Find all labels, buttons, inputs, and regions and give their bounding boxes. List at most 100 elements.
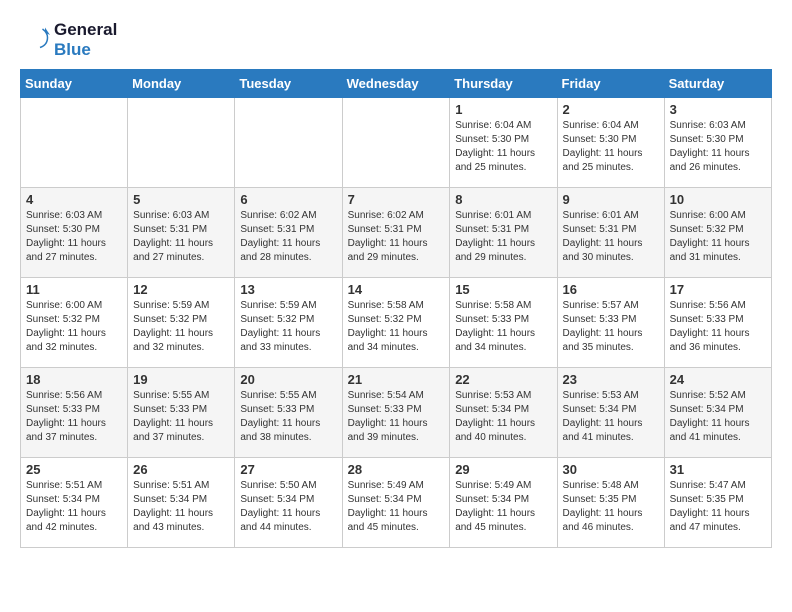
day-cell: 14 Sunrise: 5:58 AMSunset: 5:32 PMDayligh… xyxy=(342,278,450,368)
day-info: Sunrise: 5:58 AMSunset: 5:33 PMDaylight:… xyxy=(455,299,551,355)
day-cell xyxy=(342,98,450,188)
day-cell: 8 Sunrise: 6:01 AMSunset: 5:31 PMDaylight… xyxy=(450,188,557,278)
day-info: Sunrise: 6:04 AMSunset: 5:30 PMDaylight:… xyxy=(455,119,551,175)
day-info: Sunrise: 5:51 AMSunset: 5:34 PMDaylight:… xyxy=(133,479,229,535)
day-number: 14 xyxy=(348,282,445,297)
day-info: Sunrise: 5:53 AMSunset: 5:34 PMDaylight:… xyxy=(563,389,659,445)
day-info: Sunrise: 5:59 AMSunset: 5:32 PMDaylight:… xyxy=(240,299,336,355)
day-info: Sunrise: 6:01 AMSunset: 5:31 PMDaylight:… xyxy=(563,209,659,265)
day-cell: 5 Sunrise: 6:03 AMSunset: 5:31 PMDaylight… xyxy=(128,188,235,278)
day-info: Sunrise: 6:03 AMSunset: 5:30 PMDaylight:… xyxy=(670,119,766,175)
day-cell: 7 Sunrise: 6:02 AMSunset: 5:31 PMDaylight… xyxy=(342,188,450,278)
day-cell: 11 Sunrise: 6:00 AMSunset: 5:32 PMDayligh… xyxy=(21,278,128,368)
day-number: 8 xyxy=(455,192,551,207)
day-cell: 15 Sunrise: 5:58 AMSunset: 5:33 PMDayligh… xyxy=(450,278,557,368)
header-thursday: Thursday xyxy=(450,70,557,98)
week-row-1: 1Sunrise: 6:04 AMSunset: 5:30 PMDaylight… xyxy=(21,98,772,188)
day-cell: 3Sunrise: 6:03 AMSunset: 5:30 PMDaylight… xyxy=(664,98,771,188)
day-number: 7 xyxy=(348,192,445,207)
calendar-table: SundayMondayTuesdayWednesdayThursdayFrid… xyxy=(20,69,772,548)
day-number: 18 xyxy=(26,372,122,387)
day-info: Sunrise: 6:02 AMSunset: 5:31 PMDaylight:… xyxy=(348,209,445,265)
header-saturday: Saturday xyxy=(664,70,771,98)
logo: General Blue xyxy=(20,20,117,59)
day-number: 11 xyxy=(26,282,122,297)
day-info: Sunrise: 6:01 AMSunset: 5:31 PMDaylight:… xyxy=(455,209,551,265)
calendar-header-row: SundayMondayTuesdayWednesdayThursdayFrid… xyxy=(21,70,772,98)
day-info: Sunrise: 5:49 AMSunset: 5:34 PMDaylight:… xyxy=(455,479,551,535)
day-cell: 4 Sunrise: 6:03 AMSunset: 5:30 PMDaylight… xyxy=(21,188,128,278)
week-row-3: 11 Sunrise: 6:00 AMSunset: 5:32 PMDayligh… xyxy=(21,278,772,368)
day-number: 12 xyxy=(133,282,229,297)
day-info: Sunrise: 5:59 AMSunset: 5:32 PMDaylight:… xyxy=(133,299,229,355)
header-monday: Monday xyxy=(128,70,235,98)
day-cell: 22Sunrise: 5:53 AMSunset: 5:34 PMDayligh… xyxy=(450,368,557,458)
day-cell: 29 Sunrise: 5:49 AMSunset: 5:34 PMDayligh… xyxy=(450,458,557,548)
day-number: 29 xyxy=(455,462,551,477)
day-info: Sunrise: 6:00 AMSunset: 5:32 PMDaylight:… xyxy=(670,209,766,265)
day-cell: 2 Sunrise: 6:04 AMSunset: 5:30 PMDaylight… xyxy=(557,98,664,188)
day-cell: 1Sunrise: 6:04 AMSunset: 5:30 PMDaylight… xyxy=(450,98,557,188)
day-cell: 17 Sunrise: 5:56 AMSunset: 5:33 PMDayligh… xyxy=(664,278,771,368)
day-number: 5 xyxy=(133,192,229,207)
day-cell: 31 Sunrise: 5:47 AMSunset: 5:35 PMDayligh… xyxy=(664,458,771,548)
day-number: 26 xyxy=(133,462,229,477)
day-cell: 26 Sunrise: 5:51 AMSunset: 5:34 PMDayligh… xyxy=(128,458,235,548)
day-info: Sunrise: 5:57 AMSunset: 5:33 PMDaylight:… xyxy=(563,299,659,355)
day-info: Sunrise: 5:52 AMSunset: 5:34 PMDaylight:… xyxy=(670,389,766,445)
day-number: 27 xyxy=(240,462,336,477)
day-cell: 28 Sunrise: 5:49 AMSunset: 5:34 PMDayligh… xyxy=(342,458,450,548)
day-cell: 27Sunrise: 5:50 AMSunset: 5:34 PMDayligh… xyxy=(235,458,342,548)
day-number: 23 xyxy=(563,372,659,387)
day-info: Sunrise: 5:47 AMSunset: 5:35 PMDaylight:… xyxy=(670,479,766,535)
day-cell xyxy=(235,98,342,188)
day-cell: 19 Sunrise: 5:55 AMSunset: 5:33 PMDayligh… xyxy=(128,368,235,458)
day-number: 19 xyxy=(133,372,229,387)
day-info: Sunrise: 5:56 AMSunset: 5:33 PMDaylight:… xyxy=(26,389,122,445)
day-number: 22 xyxy=(455,372,551,387)
logo-line1: General xyxy=(54,20,117,40)
day-info: Sunrise: 5:58 AMSunset: 5:32 PMDaylight:… xyxy=(348,299,445,355)
day-number: 4 xyxy=(26,192,122,207)
day-cell: 24Sunrise: 5:52 AMSunset: 5:34 PMDayligh… xyxy=(664,368,771,458)
day-number: 10 xyxy=(670,192,766,207)
day-info: Sunrise: 5:55 AMSunset: 5:33 PMDaylight:… xyxy=(240,389,336,445)
day-cell: 10 Sunrise: 6:00 AMSunset: 5:32 PMDayligh… xyxy=(664,188,771,278)
day-cell: 25Sunrise: 5:51 AMSunset: 5:34 PMDayligh… xyxy=(21,458,128,548)
logo-line2: Blue xyxy=(54,40,117,60)
day-info: Sunrise: 5:56 AMSunset: 5:33 PMDaylight:… xyxy=(670,299,766,355)
day-info: Sunrise: 6:03 AMSunset: 5:31 PMDaylight:… xyxy=(133,209,229,265)
day-number: 2 xyxy=(563,102,659,117)
page-header: General Blue xyxy=(20,20,772,59)
week-row-2: 4 Sunrise: 6:03 AMSunset: 5:30 PMDaylight… xyxy=(21,188,772,278)
day-info: Sunrise: 6:02 AMSunset: 5:31 PMDaylight:… xyxy=(240,209,336,265)
day-info: Sunrise: 6:03 AMSunset: 5:30 PMDaylight:… xyxy=(26,209,122,265)
day-info: Sunrise: 5:54 AMSunset: 5:33 PMDaylight:… xyxy=(348,389,445,445)
day-number: 13 xyxy=(240,282,336,297)
day-cell: 23 Sunrise: 5:53 AMSunset: 5:34 PMDayligh… xyxy=(557,368,664,458)
day-cell: 18 Sunrise: 5:56 AMSunset: 5:33 PMDayligh… xyxy=(21,368,128,458)
day-info: Sunrise: 5:48 AMSunset: 5:35 PMDaylight:… xyxy=(563,479,659,535)
logo-svg xyxy=(20,25,50,55)
day-number: 6 xyxy=(240,192,336,207)
header-friday: Friday xyxy=(557,70,664,98)
day-number: 21 xyxy=(348,372,445,387)
day-cell: 21 Sunrise: 5:54 AMSunset: 5:33 PMDayligh… xyxy=(342,368,450,458)
day-info: Sunrise: 5:55 AMSunset: 5:33 PMDaylight:… xyxy=(133,389,229,445)
day-number: 28 xyxy=(348,462,445,477)
header-wednesday: Wednesday xyxy=(342,70,450,98)
day-number: 15 xyxy=(455,282,551,297)
day-number: 25 xyxy=(26,462,122,477)
day-cell: 12 Sunrise: 5:59 AMSunset: 5:32 PMDayligh… xyxy=(128,278,235,368)
day-number: 31 xyxy=(670,462,766,477)
day-info: Sunrise: 6:04 AMSunset: 5:30 PMDaylight:… xyxy=(563,119,659,175)
day-number: 16 xyxy=(563,282,659,297)
day-number: 17 xyxy=(670,282,766,297)
day-number: 30 xyxy=(563,462,659,477)
day-cell xyxy=(21,98,128,188)
day-info: Sunrise: 6:00 AMSunset: 5:32 PMDaylight:… xyxy=(26,299,122,355)
day-cell: 6 Sunrise: 6:02 AMSunset: 5:31 PMDaylight… xyxy=(235,188,342,278)
day-cell: 13 Sunrise: 5:59 AMSunset: 5:32 PMDayligh… xyxy=(235,278,342,368)
header-sunday: Sunday xyxy=(21,70,128,98)
day-info: Sunrise: 5:49 AMSunset: 5:34 PMDaylight:… xyxy=(348,479,445,535)
